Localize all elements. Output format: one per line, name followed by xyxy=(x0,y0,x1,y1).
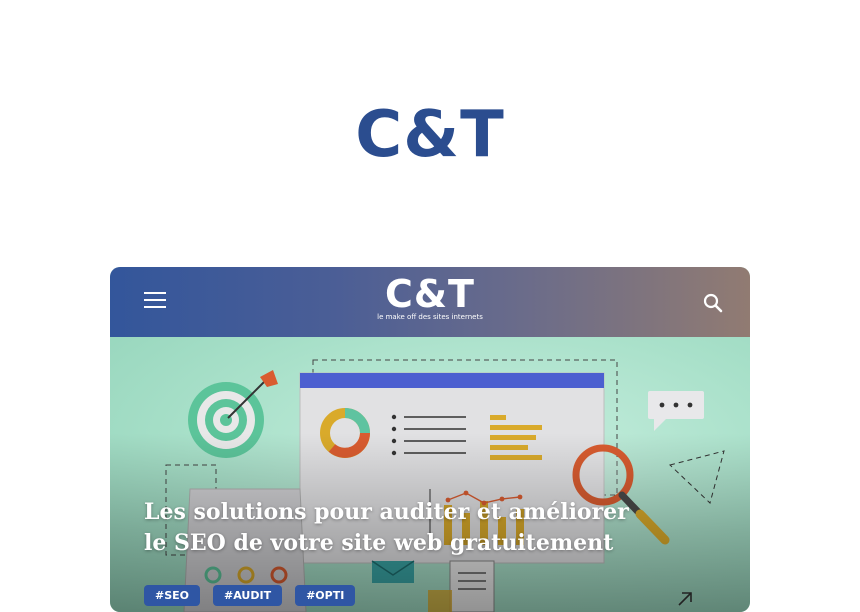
header-logo[interactable]: C&T le make off des sites internets xyxy=(110,273,750,321)
card-header: C&T le make off des sites internets xyxy=(110,267,750,337)
tag-opti[interactable]: #OPTI xyxy=(295,585,356,606)
article-title[interactable]: Les solutions pour auditer et améliorer … xyxy=(144,497,644,559)
article-hero-image[interactable]: Les solutions pour auditer et améliorer … xyxy=(110,337,750,612)
expand-arrow-icon[interactable] xyxy=(675,589,695,609)
tag-seo[interactable]: #SEO xyxy=(144,585,201,606)
hero-overlay xyxy=(110,337,750,612)
article-tags: #SEO #AUDIT #OPTI xyxy=(144,584,368,606)
search-icon[interactable] xyxy=(702,292,724,314)
header-logo-text: C&T xyxy=(385,272,475,316)
header-logo-tagline: le make off des sites internets xyxy=(377,313,483,321)
article-card[interactable]: C&T le make off des sites internets Les … xyxy=(110,267,750,612)
tag-audit[interactable]: #AUDIT xyxy=(213,585,283,606)
site-logo[interactable]: C&T xyxy=(0,98,860,172)
